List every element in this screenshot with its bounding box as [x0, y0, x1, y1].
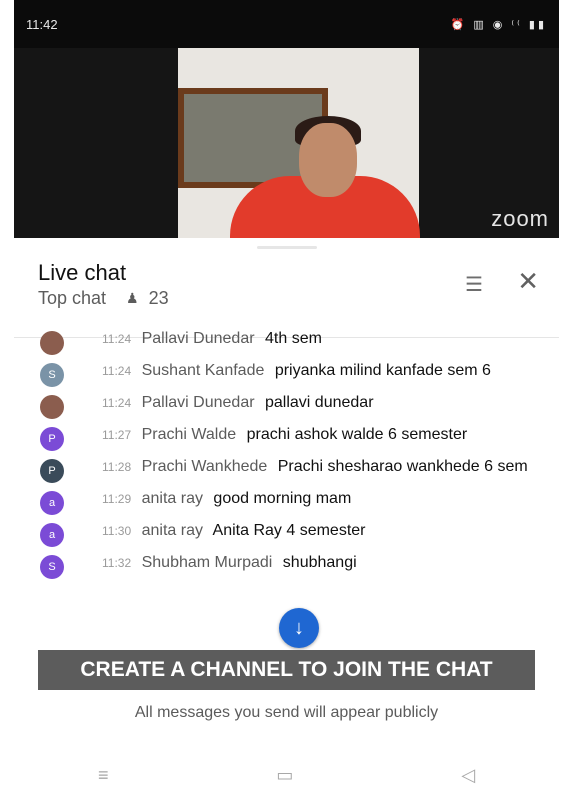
- menu-icon[interactable]: ≡: [98, 765, 109, 786]
- filter-icon[interactable]: ☰: [465, 272, 483, 297]
- chat-message: P 11:27 Prachi Walde prachi ashok walde …: [14, 419, 559, 451]
- drag-handle[interactable]: [257, 246, 317, 249]
- message-author[interactable]: Prachi Walde: [142, 426, 237, 443]
- message-time: 11:32: [102, 556, 132, 570]
- close-icon[interactable]: ✕: [517, 266, 539, 297]
- message-text: Prachi shesharao wankhede 6 sem: [277, 458, 528, 475]
- avatar[interactable]: a: [40, 523, 64, 547]
- video-player[interactable]: zoom: [14, 48, 559, 238]
- message-text: prachi ashok walde 6 semester: [246, 426, 468, 443]
- clock: 11:42: [26, 16, 58, 32]
- message-list[interactable]: 11:24 Pallavi Dunedar 4th sem S 11:24 Su…: [14, 323, 559, 641]
- chat-message: 11:24 Pallavi Dunedar 4th sem: [14, 323, 559, 355]
- avatar[interactable]: [40, 331, 64, 355]
- zoom-logo: zoom: [491, 206, 549, 231]
- message-text: Anita Ray 4 semester: [212, 522, 366, 539]
- chat-message: 11:24 Pallavi Dunedar pallavi dunedar: [14, 387, 559, 419]
- chat-header: Live chat Top chat ♟ 23 ☰ ✕: [14, 256, 559, 338]
- message-time: 11:24: [102, 332, 132, 346]
- message-time: 11:28: [102, 460, 132, 474]
- message-time: 11:24: [102, 364, 132, 378]
- message-author[interactable]: Prachi Wankhede: [142, 458, 268, 475]
- message-time: 11:27: [102, 428, 132, 442]
- message-author[interactable]: Pallavi Dunedar: [142, 394, 255, 411]
- message-text: good morning mam: [213, 490, 352, 507]
- message-time: 11:30: [102, 524, 132, 538]
- people-icon: ♟: [126, 290, 139, 306]
- message-author[interactable]: Sushant Kanfade: [142, 362, 265, 379]
- message-author[interactable]: anita ray: [142, 522, 203, 539]
- chat-title: Live chat: [38, 260, 127, 285]
- avatar[interactable]: S: [40, 363, 64, 387]
- chat-subheader[interactable]: Top chat ♟ 23: [38, 288, 169, 309]
- chat-message: S 11:32 Shubham Murpadi shubhangi: [14, 547, 559, 579]
- status-bar: 11:42 ⏰ ▥ ◉ ⁽⁽ ▮▮: [14, 0, 559, 48]
- system-nav-bar: ≡ ▭ ◁: [14, 742, 559, 808]
- chat-mode-label[interactable]: Top chat: [38, 288, 106, 309]
- message-text: pallavi dunedar: [265, 394, 374, 411]
- message-time: 11:29: [102, 492, 132, 506]
- avatar[interactable]: S: [40, 555, 64, 579]
- back-icon[interactable]: ◁: [461, 765, 475, 786]
- chat-message: a 11:30 anita ray Anita Ray 4 semester: [14, 515, 559, 547]
- live-chat-panel: Live chat Top chat ♟ 23 ☰ ✕ 11:24 Pallav…: [14, 238, 559, 808]
- status-icons: ⏰ ▥ ◉ ⁽⁽ ▮▮: [450, 18, 547, 31]
- chat-message: a 11:29 anita ray good morning mam: [14, 483, 559, 515]
- message-text: 4th sem: [265, 330, 322, 347]
- avatar[interactable]: a: [40, 491, 64, 515]
- message-time: 11:24: [102, 396, 132, 410]
- message-author[interactable]: Pallavi Dunedar: [142, 330, 255, 347]
- scroll-to-bottom-button[interactable]: ↓: [279, 608, 319, 648]
- chat-message: P 11:28 Prachi Wankhede Prachi shesharao…: [14, 451, 559, 483]
- message-text: shubhangi: [282, 554, 357, 571]
- video-frame: [178, 48, 420, 238]
- home-icon[interactable]: ▭: [276, 765, 293, 786]
- chat-message: S 11:24 Sushant Kanfade priyanka milind …: [14, 355, 559, 387]
- message-author[interactable]: Shubham Murpadi: [142, 554, 273, 571]
- avatar[interactable]: [40, 395, 64, 419]
- message-author[interactable]: anita ray: [142, 490, 203, 507]
- create-channel-button[interactable]: CREATE A CHANNEL TO JOIN THE CHAT: [38, 650, 535, 690]
- avatar[interactable]: P: [40, 459, 64, 483]
- avatar[interactable]: P: [40, 427, 64, 451]
- public-messages-note: All messages you send will appear public…: [134, 704, 439, 721]
- message-text: priyanka milind kanfade sem 6: [274, 362, 491, 379]
- speaker-head: [299, 123, 357, 197]
- viewer-count: 23: [148, 288, 169, 308]
- arrow-down-icon: ↓: [294, 616, 304, 639]
